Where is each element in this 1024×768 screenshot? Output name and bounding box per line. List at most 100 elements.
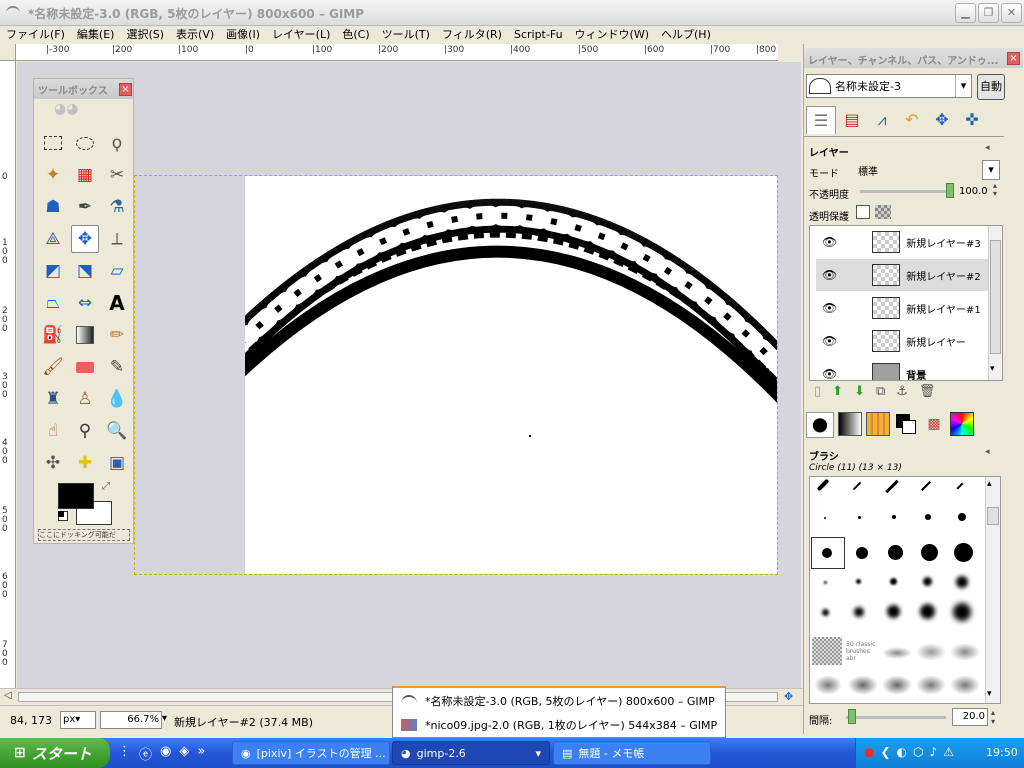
pencil-tool-icon[interactable]: ✏ <box>103 321 131 349</box>
measure-tool-icon[interactable]: ⟁ <box>39 225 67 253</box>
tray-app-icon[interactable]: ● <box>864 745 874 759</box>
menu-filters[interactable]: フィルタ(R) <box>436 26 508 44</box>
brush-grid[interactable]: 50 classic brushes abr ▴ ▾ <box>809 476 1001 704</box>
channels-tab-icon[interactable]: ▤ <box>838 106 866 134</box>
toolbox-close-icon[interactable]: × <box>119 83 132 96</box>
task-notepad[interactable]: ▤ 無題 - メモ帳 <box>553 741 711 765</box>
brush-thumb[interactable] <box>858 516 861 519</box>
brush-thumb[interactable] <box>950 643 980 661</box>
vertical-ruler[interactable]: 0 1 0 0 2 0 0 3 0 0 4 0 0 5 0 0 6 0 0 7 … <box>0 61 16 691</box>
patterns-tab-icon[interactable] <box>866 412 890 436</box>
paintbrush-tool-icon[interactable]: 🖌 <box>39 353 67 381</box>
foreground-color-swatch[interactable] <box>58 483 94 509</box>
scissors-tool-icon[interactable]: ✂ <box>103 161 131 189</box>
free-select-tool-icon[interactable]: ϙ <box>103 129 131 157</box>
heal-tool-icon[interactable]: ✚ <box>71 449 99 477</box>
brush-thumb[interactable] <box>885 479 899 494</box>
brush-thumb[interactable] <box>956 576 968 588</box>
dodge-burn-tool-icon[interactable]: ⚲ <box>71 417 99 445</box>
anchor-layer-icon[interactable]: ⚓ <box>896 384 908 402</box>
layers-scrollbar[interactable]: ▾ <box>988 226 1002 380</box>
brush-thumb[interactable] <box>925 514 931 520</box>
tray-volume-icon[interactable]: ♪ <box>930 745 938 759</box>
scroll-left-icon[interactable]: ◁ <box>4 690 12 701</box>
layer-row[interactable]: 👁 新規レイヤー#1 <box>816 292 1002 324</box>
brush-thumb[interactable] <box>824 517 826 519</box>
brush-thumb[interactable] <box>882 647 912 659</box>
raise-layer-icon[interactable]: ⬆ <box>832 384 843 402</box>
foreground-select-tool-icon[interactable]: ☗ <box>39 193 67 221</box>
brush-thumb[interactable] <box>923 577 932 586</box>
brush-thumb[interactable] <box>950 675 980 695</box>
undo-tab-icon[interactable]: ↶ <box>898 106 926 134</box>
brush-thumb[interactable] <box>953 603 971 621</box>
brushes-menu-icon[interactable]: ◂ <box>985 447 990 457</box>
dock-drop-zone[interactable]: ここにドッキング可能だ <box>38 529 130 541</box>
brush-thumb[interactable] <box>890 578 897 585</box>
image-select[interactable]: 名称未設定-3 <box>806 74 972 98</box>
brush-scrollbar[interactable]: ▴ ▾ <box>985 477 1000 703</box>
ink-tool-icon[interactable]: ♜ <box>39 385 67 413</box>
menu-select[interactable]: 選択(S) <box>120 26 170 44</box>
brush-thumb[interactable] <box>888 545 903 560</box>
brush-thumb[interactable] <box>916 675 946 695</box>
airbrush-tool-icon[interactable]: ✎ <box>103 353 131 381</box>
task-gimp[interactable]: ◕ gimp-2.6 ▾ <box>392 741 550 765</box>
mode-select[interactable]: 標準 <box>856 160 1000 180</box>
paths-tab-icon[interactable]: ⩘ <box>868 106 896 134</box>
blend-tool-icon[interactable] <box>71 321 99 349</box>
visibility-eye-icon[interactable]: 👁 <box>822 268 837 282</box>
smudge-tool-icon[interactable]: ☝ <box>39 417 67 445</box>
move-tool-icon[interactable]: ✥ <box>71 225 99 253</box>
close-button[interactable]: ✕ <box>1001 3 1022 23</box>
layer-row[interactable]: 👁 新規レイヤー <box>816 325 1002 357</box>
brushes-tab-icon[interactable]: ⬤ <box>806 412 834 438</box>
opacity-slider-track[interactable] <box>860 190 950 193</box>
image-dropdown-icon[interactable]: ▾ <box>955 75 971 97</box>
start-button[interactable]: ⊞ スタート <box>0 738 110 768</box>
brush-thumb[interactable] <box>856 579 861 584</box>
menu-colors[interactable]: 色(C) <box>336 26 375 44</box>
zoom-dropdown-icon[interactable]: ▾ <box>162 713 167 724</box>
brush-thumb[interactable] <box>852 481 862 491</box>
navigation-tab-icon[interactable]: ✜ <box>958 106 986 134</box>
visibility-eye-icon[interactable]: 👁 <box>822 334 837 348</box>
spacing-slider-handle[interactable] <box>848 709 856 724</box>
spacing-spinner-icon[interactable]: ▴ ▾ <box>991 708 995 726</box>
brush-thumb[interactable] <box>892 515 896 519</box>
gradients-tab-icon[interactable] <box>838 412 862 436</box>
brush-thumb[interactable] <box>956 482 964 490</box>
images-tab-icon[interactable]: ▩ <box>922 412 946 436</box>
horizontal-ruler[interactable]: |-300 |200 |100 |0 |100 |200 |300 |400 |… <box>16 44 778 61</box>
tray-security-icon[interactable]: ⬡ <box>913 745 923 759</box>
layers-menu-icon[interactable]: ◂ <box>985 143 990 153</box>
menu-edit[interactable]: 編集(E) <box>71 26 121 44</box>
shear-tool-icon[interactable]: ▱ <box>103 257 131 285</box>
menu-layer[interactable]: レイヤー(L) <box>266 26 336 44</box>
popup-item[interactable]: *名称未設定-3.0 (RGB, 5枚のレイヤー) 800x600 – GIMP <box>401 690 721 712</box>
menu-help[interactable]: ヘルプ(H) <box>655 26 717 44</box>
brush-thumb[interactable] <box>812 637 842 665</box>
brush-thumb[interactable] <box>848 675 878 695</box>
visibility-eye-icon[interactable]: 👁 <box>822 235 837 249</box>
brush-thumb[interactable] <box>887 605 900 618</box>
unit-select[interactable]: px▾ <box>60 711 96 729</box>
more-icon[interactable]: » <box>197 744 205 762</box>
popup-item[interactable]: *nico09.jpg-2.0 (RGB, 1枚のレイヤー) 544x384 –… <box>401 714 721 736</box>
swap-colors-icon[interactable]: ⤢ <box>102 481 110 492</box>
visibility-eye-icon[interactable]: 👁 <box>822 301 837 315</box>
mode-dropdown-icon[interactable]: ▾ <box>982 160 1000 180</box>
brush-scroll-thumb[interactable] <box>987 507 999 525</box>
scroll-up-icon[interactable]: ▴ <box>987 479 992 489</box>
brush-thumb[interactable] <box>954 543 973 562</box>
layers-tab-icon[interactable]: ☰ <box>806 106 836 134</box>
task-pixiv[interactable]: ◉ [pixiv] イラストの管理 ... <box>232 741 390 765</box>
brush-thumb[interactable] <box>816 478 830 492</box>
auto-button[interactable]: 自動 <box>977 74 1005 100</box>
blur-tool-icon[interactable]: 💧 <box>103 385 131 413</box>
color-picker-tool-icon[interactable]: ⚗ <box>103 193 131 221</box>
brush-thumb[interactable] <box>854 607 864 617</box>
menu-script-fu[interactable]: Script-Fu <box>508 26 569 44</box>
spacing-input[interactable]: 20.0 <box>952 708 988 726</box>
scale-tool-icon[interactable]: ⬔ <box>71 257 99 285</box>
